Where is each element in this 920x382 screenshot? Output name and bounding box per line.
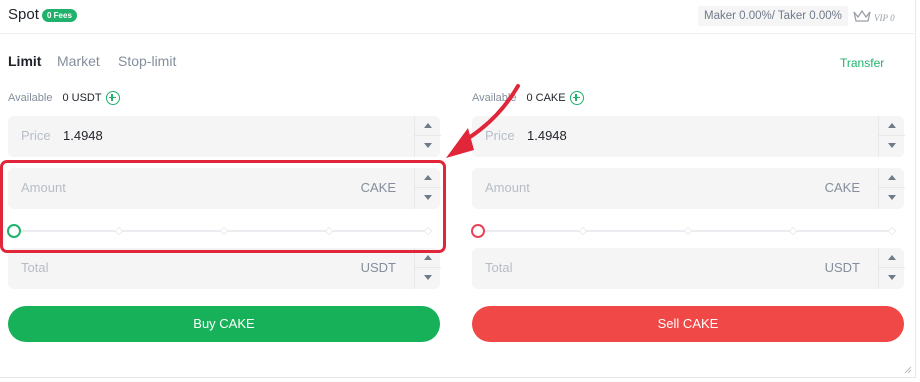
sell-amount-placeholder: Amount [485, 180, 530, 195]
sell-amount-stepper [878, 168, 905, 209]
buy-total-field[interactable]: Total USDT [8, 248, 441, 289]
sell-price-value[interactable]: 1.4948 [527, 128, 567, 143]
tab-market[interactable]: Market [57, 53, 100, 69]
slider-tick-75[interactable] [788, 226, 798, 236]
fees-badge: 0 Fees [42, 9, 77, 22]
arrow-down-icon [888, 143, 896, 148]
sell-total-field[interactable]: Total USDT [472, 248, 905, 289]
slider-tick-100[interactable] [887, 226, 897, 236]
deposit-plus-icon[interactable] [105, 91, 120, 105]
vip-crown-icon: VIP 0 [853, 9, 895, 23]
buy-total-placeholder: Total [21, 260, 49, 275]
arrow-up-icon [888, 255, 896, 260]
sell-total-decrement-button[interactable] [879, 268, 905, 288]
sell-amount-field[interactable]: Amount CAKE [472, 168, 905, 209]
tab-stop-limit[interactable]: Stop-limit [118, 53, 176, 69]
fee-rate-info: Maker 0.00%/ Taker 0.00% [698, 6, 848, 26]
arrow-down-icon [424, 275, 432, 280]
arrow-up-icon [424, 255, 432, 260]
buy-price-decrement-button[interactable] [415, 136, 441, 156]
arrow-up-icon [888, 175, 896, 180]
panel-title: Spot [8, 6, 39, 23]
sell-price-decrement-button[interactable] [879, 136, 905, 156]
sell-total-increment-button[interactable] [879, 248, 905, 268]
buy-available-value: 0 USDT [62, 92, 102, 104]
buy-price-stepper [414, 116, 441, 157]
sell-amount-increment-button[interactable] [879, 168, 905, 188]
annotation-highlight-box [0, 160, 446, 253]
annotation-arrow-icon [446, 84, 520, 158]
sell-price-field[interactable]: Price 1.4948 [472, 116, 905, 157]
panel-header: Spot 0 Fees Maker 0.00%/ Taker 0.00% VIP… [0, 0, 916, 34]
buy-total-decrement-button[interactable] [415, 268, 441, 288]
arrow-down-icon [424, 143, 432, 148]
vip-label: VIP 0 [874, 13, 895, 23]
sell-total-unit: USDT [824, 260, 860, 275]
buy-available: Available 0 USDT [8, 91, 120, 105]
sell-slider-knob[interactable] [471, 224, 485, 238]
sell-amount-decrement-button[interactable] [879, 188, 905, 208]
deposit-plus-icon[interactable] [569, 91, 584, 105]
arrow-down-icon [888, 275, 896, 280]
slider-tick-25[interactable] [578, 226, 588, 236]
buy-price-increment-button[interactable] [415, 116, 441, 136]
resize-handle-icon[interactable] [904, 366, 912, 374]
sell-price-increment-button[interactable] [879, 116, 905, 136]
arrow-up-icon [424, 123, 432, 128]
transfer-link[interactable]: Transfer [840, 56, 884, 70]
sell-total-placeholder: Total [485, 260, 513, 275]
sell-amount-unit: CAKE [824, 180, 860, 195]
arrow-up-icon [888, 123, 896, 128]
buy-total-stepper [414, 248, 441, 289]
tab-limit[interactable]: Limit [8, 53, 41, 69]
buy-price-value[interactable]: 1.4948 [63, 128, 103, 143]
buy-price-field[interactable]: Price 1.4948 [8, 116, 441, 157]
buy-price-label: Price [21, 128, 51, 143]
sell-available-value: 0 CAKE [526, 92, 566, 104]
buy-total-unit: USDT [360, 260, 396, 275]
slider-tick-50[interactable] [683, 226, 693, 236]
buy-button[interactable]: Buy CAKE [8, 306, 440, 342]
sell-amount-slider[interactable] [471, 224, 897, 238]
sell-total-stepper [878, 248, 905, 289]
buy-available-label: Available [8, 92, 53, 104]
sell-price-stepper [878, 116, 905, 157]
arrow-down-icon [888, 195, 896, 200]
sell-button[interactable]: Sell CAKE [472, 306, 904, 342]
